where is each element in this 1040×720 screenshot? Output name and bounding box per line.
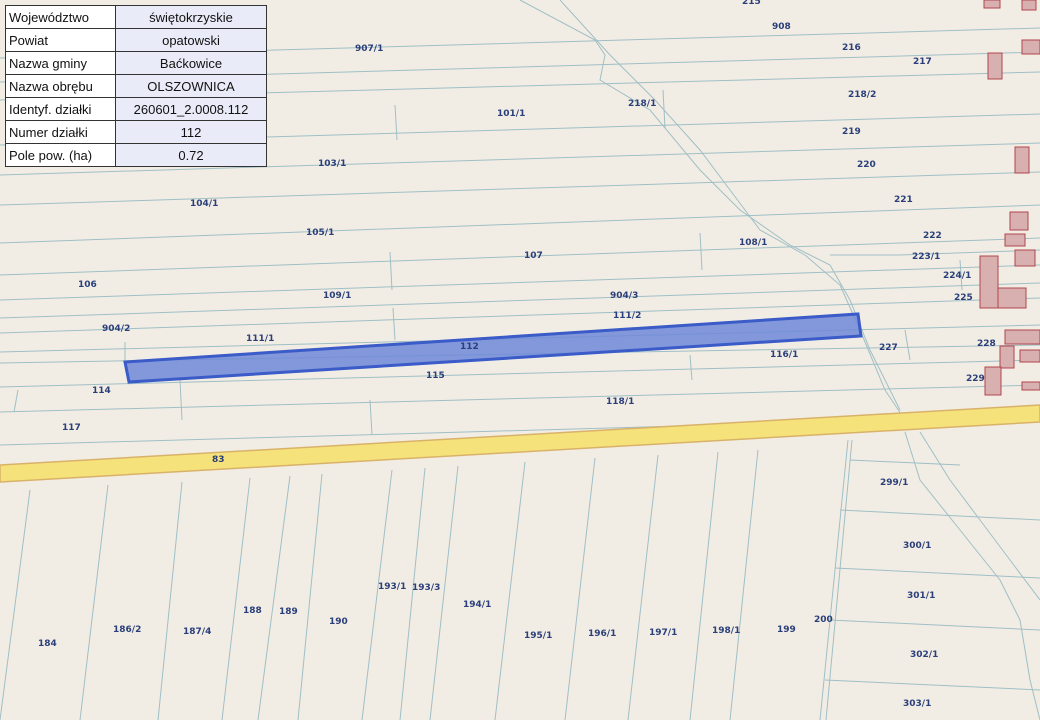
info-row-parcel-id: Identyf. działki 260601_2.0008.112 — [5, 97, 267, 121]
parcel-label: 299/1 — [880, 478, 908, 488]
parcel-info-table: Województwo świętokrzyskie Powiat opatow… — [5, 5, 267, 167]
parcel-label: 108/1 — [739, 238, 767, 248]
parcel-label: 184 — [38, 639, 57, 649]
info-value: Baćkowice — [115, 51, 267, 75]
parcel-label: 106 — [78, 280, 97, 290]
parcel-label: 105/1 — [306, 228, 334, 238]
info-label: Nazwa obrębu — [5, 74, 116, 98]
parcel-label: 303/1 — [903, 699, 931, 709]
parcel-label: 116/1 — [770, 350, 798, 360]
info-row-voivodeship: Województwo świętokrzyskie — [5, 5, 267, 29]
parcel-label: 104/1 — [190, 199, 218, 209]
info-row-precinct: Nazwa obrębu OLSZOWNICA — [5, 74, 267, 98]
info-value: 0.72 — [115, 143, 267, 167]
parcel-label: 220 — [857, 160, 876, 170]
info-label: Pole pow. (ha) — [5, 143, 116, 167]
parcel-label: 225 — [954, 293, 973, 303]
info-label: Powiat — [5, 28, 116, 52]
parcel-label: 219 — [842, 127, 861, 137]
parcel-label: 200 — [814, 615, 833, 625]
parcel-label: 904/3 — [610, 291, 638, 301]
parcel-label: 117 — [62, 423, 81, 433]
parcel-label: 216 — [842, 43, 861, 53]
info-value: OLSZOWNICA — [115, 74, 267, 98]
parcel-label: 218/2 — [848, 90, 876, 100]
parcel-label: 193/1 — [378, 582, 406, 592]
road-label: 83 — [212, 455, 225, 465]
parcel-label: 115 — [426, 371, 445, 381]
parcel-label: 224/1 — [943, 271, 971, 281]
parcel-label: 228 — [977, 339, 996, 349]
info-value: opatowski — [115, 28, 267, 52]
info-label: Nazwa gminy — [5, 51, 116, 75]
parcel-label: 109/1 — [323, 291, 351, 301]
parcel-label: 229 — [966, 374, 985, 384]
parcel-label: 908 — [772, 22, 791, 32]
parcel-label: 111/1 — [246, 334, 274, 344]
info-label: Numer działki — [5, 120, 116, 144]
parcel-label: 196/1 — [588, 629, 616, 639]
parcel-label: 111/2 — [613, 311, 641, 321]
parcel-label: 194/1 — [463, 600, 491, 610]
parcel-label: 189 — [279, 607, 298, 617]
info-label: Identyf. działki — [5, 97, 116, 121]
parcel-label: 300/1 — [903, 541, 931, 551]
parcel-label: 227 — [879, 343, 898, 353]
parcel-label: 193/3 — [412, 583, 440, 593]
info-row-parcel-number: Numer działki 112 — [5, 120, 267, 144]
parcel-label: 907/1 — [355, 44, 383, 54]
parcel-label: 198/1 — [712, 626, 740, 636]
info-row-commune: Nazwa gminy Baćkowice — [5, 51, 267, 75]
parcel-label: 188 — [243, 606, 262, 616]
info-value: świętokrzyskie — [115, 5, 267, 29]
info-value: 112 — [115, 120, 267, 144]
parcel-label: 101/1 — [497, 109, 525, 119]
parcel-label: 221 — [894, 195, 913, 205]
parcel-label: 112 — [460, 342, 479, 352]
parcel-label: 217 — [913, 57, 932, 67]
parcel-label: 103/1 — [318, 159, 346, 169]
parcel-label: 190 — [329, 617, 348, 627]
info-row-area: Pole pow. (ha) 0.72 — [5, 143, 267, 167]
parcel-label: 904/2 — [102, 324, 130, 334]
info-value: 260601_2.0008.112 — [115, 97, 267, 121]
info-label: Województwo — [5, 5, 116, 29]
parcel-label: 301/1 — [907, 591, 935, 601]
parcel-label: 215 — [742, 0, 761, 7]
parcel-label: 118/1 — [606, 397, 634, 407]
parcel-label: 107 — [524, 251, 543, 261]
parcel-label: 186/2 — [113, 625, 141, 635]
parcel-label: 187/4 — [183, 627, 211, 637]
info-row-county: Powiat opatowski — [5, 28, 267, 52]
parcel-label: 223/1 — [912, 252, 940, 262]
parcel-label: 199 — [777, 625, 796, 635]
parcel-label: 218/1 — [628, 99, 656, 109]
parcel-label: 222 — [923, 231, 942, 241]
parcel-label: 114 — [92, 386, 111, 396]
parcel-label: 195/1 — [524, 631, 552, 641]
parcel-label: 302/1 — [910, 650, 938, 660]
parcel-label: 197/1 — [649, 628, 677, 638]
